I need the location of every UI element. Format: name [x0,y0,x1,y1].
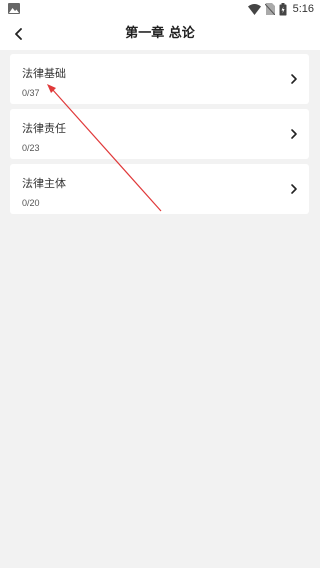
nav-bar: 第一章 总论 [0,18,320,50]
chevron-right-icon [291,74,297,84]
list-item-count: 0/37 [22,88,40,98]
list-item[interactable]: 法律基础 0/37 [10,54,309,104]
no-sim-icon [264,3,275,15]
chevron-right-icon [291,129,297,139]
page-title: 第一章 总论 [125,26,195,41]
status-bar: 5:16 [0,0,320,18]
chapter-section-list: 法律基础 0/37 法律责任 0/23 法律主体 0/20 [10,54,309,219]
status-icons: 5:16 [247,1,314,17]
chevron-right-icon [291,184,297,194]
list-item-title: 法律主体 [22,177,66,190]
wifi-icon [247,3,261,15]
list-item-count: 0/23 [22,143,40,153]
list-item-title: 法律基础 [22,67,66,80]
list-item-count: 0/20 [22,198,40,208]
status-time: 5:16 [292,3,314,15]
list-item-title: 法律责任 [22,122,66,135]
image-icon [8,3,20,14]
list-item[interactable]: 法律主体 0/20 [10,164,309,214]
battery-icon [279,2,287,15]
list-item[interactable]: 法律责任 0/23 [10,109,309,159]
